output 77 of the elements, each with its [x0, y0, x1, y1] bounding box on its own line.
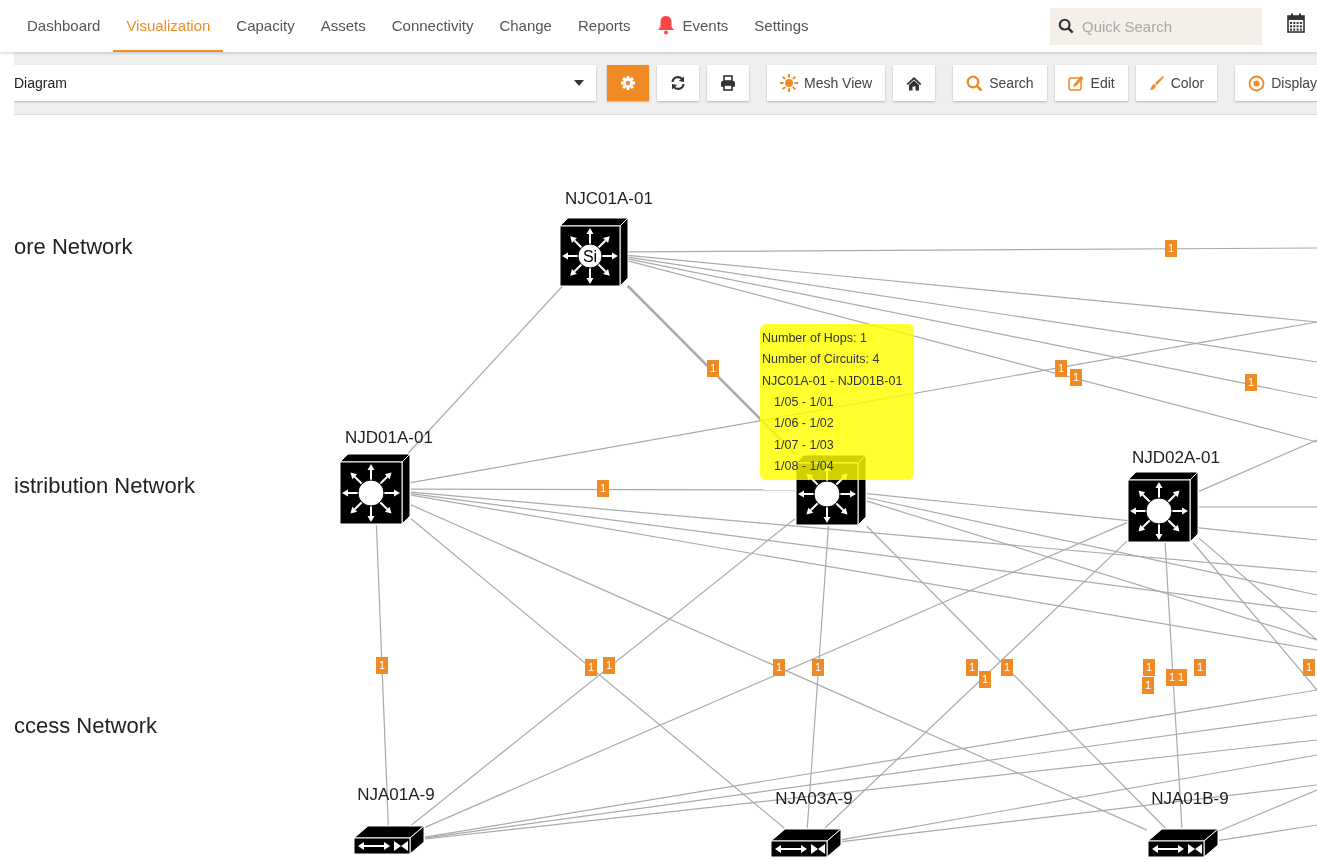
node-label: NJD02A-01	[1132, 448, 1220, 468]
node-label: NJA01A-9	[357, 785, 435, 805]
tooltip-text: 1/05 - 1/01	[773, 394, 835, 409]
settings-button[interactable]	[607, 65, 649, 101]
nav-tab[interactable]: Events	[643, 0, 742, 52]
router-icon[interactable]	[339, 453, 411, 525]
nav-tab[interactable]: Capacity	[223, 0, 308, 52]
edit-icon	[1067, 75, 1085, 91]
color-button[interactable]: Color	[1135, 65, 1218, 101]
nav-tab[interactable]: Reports	[564, 0, 644, 52]
nav-tab[interactable]: Change	[486, 0, 565, 52]
layer-label: istribution Network	[14, 473, 195, 499]
link-badge[interactable]: 1	[1303, 659, 1315, 676]
home-button[interactable]	[893, 65, 936, 101]
refresh-button[interactable]	[657, 65, 699, 101]
link-badge[interactable]: 1	[1245, 374, 1257, 391]
search-button[interactable]: Search	[953, 65, 1047, 101]
search-icon	[966, 74, 984, 92]
link-badge[interactable]: 1	[1055, 360, 1067, 377]
link-badge[interactable]: 1	[979, 671, 991, 688]
link-badge[interactable]: 1	[1165, 240, 1177, 257]
home-icon	[906, 75, 923, 91]
node-label: NJC01A-01	[565, 189, 653, 209]
bell-icon	[656, 15, 675, 35]
brush-icon	[1148, 75, 1165, 91]
refresh-icon	[670, 75, 686, 91]
switch-icon[interactable]	[770, 828, 842, 858]
link-badge[interactable]: 1	[773, 659, 785, 676]
link-badge[interactable]: 1	[1175, 669, 1187, 686]
link-line[interactable]	[866, 497, 1317, 596]
switch-icon[interactable]	[1147, 828, 1219, 858]
tooltip-text: NJC01A-01 - NJD01B-01	[762, 373, 904, 388]
sun-icon	[780, 74, 798, 92]
nav-tab[interactable]: Dashboard	[14, 0, 114, 52]
link-badge[interactable]: 1	[707, 360, 719, 377]
tooltip-text: Number of Circuits: 4	[762, 352, 881, 367]
link-line[interactable]	[410, 493, 1317, 613]
edit-button[interactable]: Edit	[1054, 65, 1128, 101]
link-badge[interactable]: 1	[376, 657, 388, 674]
tooltip-text: 1/06 - 1/02	[773, 416, 835, 431]
tooltip-text: 1/07 - 1/03	[773, 437, 835, 452]
router-icon[interactable]	[1127, 471, 1199, 543]
target-icon	[1248, 74, 1266, 92]
tooltip-text: 1/08 - 1/04	[773, 459, 835, 474]
link-badge[interactable]: 1	[1142, 677, 1154, 694]
tooltip-text: Number of Hops: 1	[762, 330, 868, 345]
nav-tab[interactable]: Assets	[307, 0, 379, 52]
view-dropdown[interactable]: Diagram	[14, 65, 596, 101]
link-badge[interactable]: 1	[1070, 369, 1082, 386]
link-badge[interactable]: 1	[966, 659, 978, 676]
layer-label: ore Network	[14, 234, 133, 260]
node-label: NJA01B-9	[1151, 789, 1229, 809]
nav-tab[interactable]: Settings	[741, 0, 822, 52]
link-badge[interactable]: 1	[1194, 659, 1206, 676]
calendar-icon[interactable]	[1287, 13, 1305, 33]
link-badge[interactable]: 1	[1001, 659, 1013, 676]
settings-icon	[620, 75, 636, 91]
link-badge[interactable]: 1	[1143, 659, 1155, 676]
print-button[interactable]	[707, 65, 749, 101]
printer-icon	[720, 75, 736, 91]
link-badge[interactable]: 1	[603, 657, 615, 674]
layer-label: ccess Network	[14, 713, 158, 739]
search-field[interactable]: Quick Search	[1050, 7, 1262, 45]
link-line[interactable]	[410, 491, 1317, 573]
mesh-button[interactable]: Mesh View	[767, 65, 886, 101]
switch-icon[interactable]	[353, 825, 425, 855]
node-label: NJA03A-9	[775, 789, 853, 809]
caret-icon	[574, 80, 584, 86]
search-icon	[1058, 17, 1074, 35]
nav-tab[interactable]: Connectivity	[378, 0, 487, 52]
display-button[interactable]: Display	[1235, 65, 1317, 101]
link-badge[interactable]: 1	[585, 659, 597, 676]
node-label: NJD01A-01	[345, 428, 433, 448]
quick-search-field[interactable]: Quick Search	[1080, 16, 1254, 36]
link-badge[interactable]: 1	[597, 480, 609, 497]
link-badge[interactable]: 1	[812, 659, 824, 676]
link-line[interactable]	[410, 494, 1317, 651]
